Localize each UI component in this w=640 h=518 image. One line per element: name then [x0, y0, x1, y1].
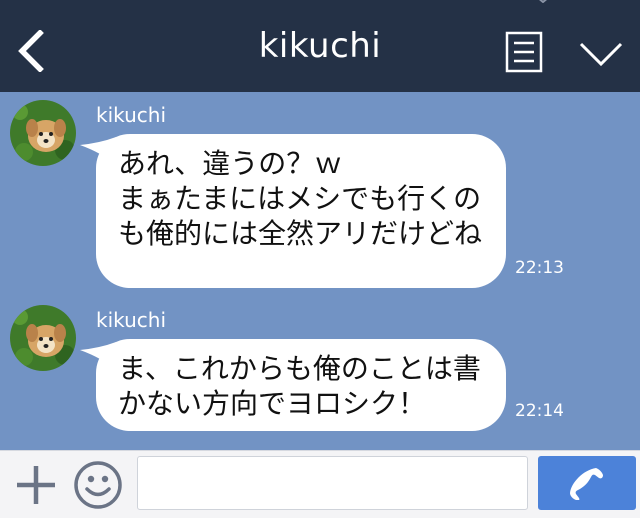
plus-icon[interactable] — [14, 463, 58, 507]
chevron-down-icon[interactable] — [578, 40, 624, 68]
status-indicator-icon — [539, 0, 547, 3]
chat-area[interactable]: kikuchi あれ、違うの？ｗ まぁたまにはメシでも行くのも俺的には全然アリだ… — [0, 92, 640, 450]
message-input[interactable] — [137, 456, 528, 510]
sender-name: kikuchi — [96, 308, 167, 332]
notes-icon[interactable] — [505, 31, 543, 73]
chat-title: kikuchi — [258, 26, 382, 66]
chat-header: kikuchi — [0, 0, 640, 92]
message-bubble[interactable]: ま、これからも俺のことは書かない方向でヨロシク！ — [96, 339, 506, 431]
dog-avatar-icon — [10, 305, 76, 371]
message-bubble[interactable]: あれ、違うの？ｗ まぁたまにはメシでも行くのも俺的には全然アリだけどね — [96, 134, 506, 288]
sender-name: kikuchi — [96, 103, 167, 127]
message-timestamp: 22:14 — [515, 401, 564, 421]
message-timestamp: 22:13 — [515, 258, 564, 278]
dog-avatar-icon — [10, 100, 76, 166]
phone-icon — [570, 468, 603, 500]
avatar[interactable] — [10, 305, 76, 371]
avatar[interactable] — [10, 100, 76, 166]
message-composer — [0, 450, 640, 518]
call-button[interactable] — [538, 456, 636, 510]
smiley-icon[interactable] — [73, 460, 123, 510]
